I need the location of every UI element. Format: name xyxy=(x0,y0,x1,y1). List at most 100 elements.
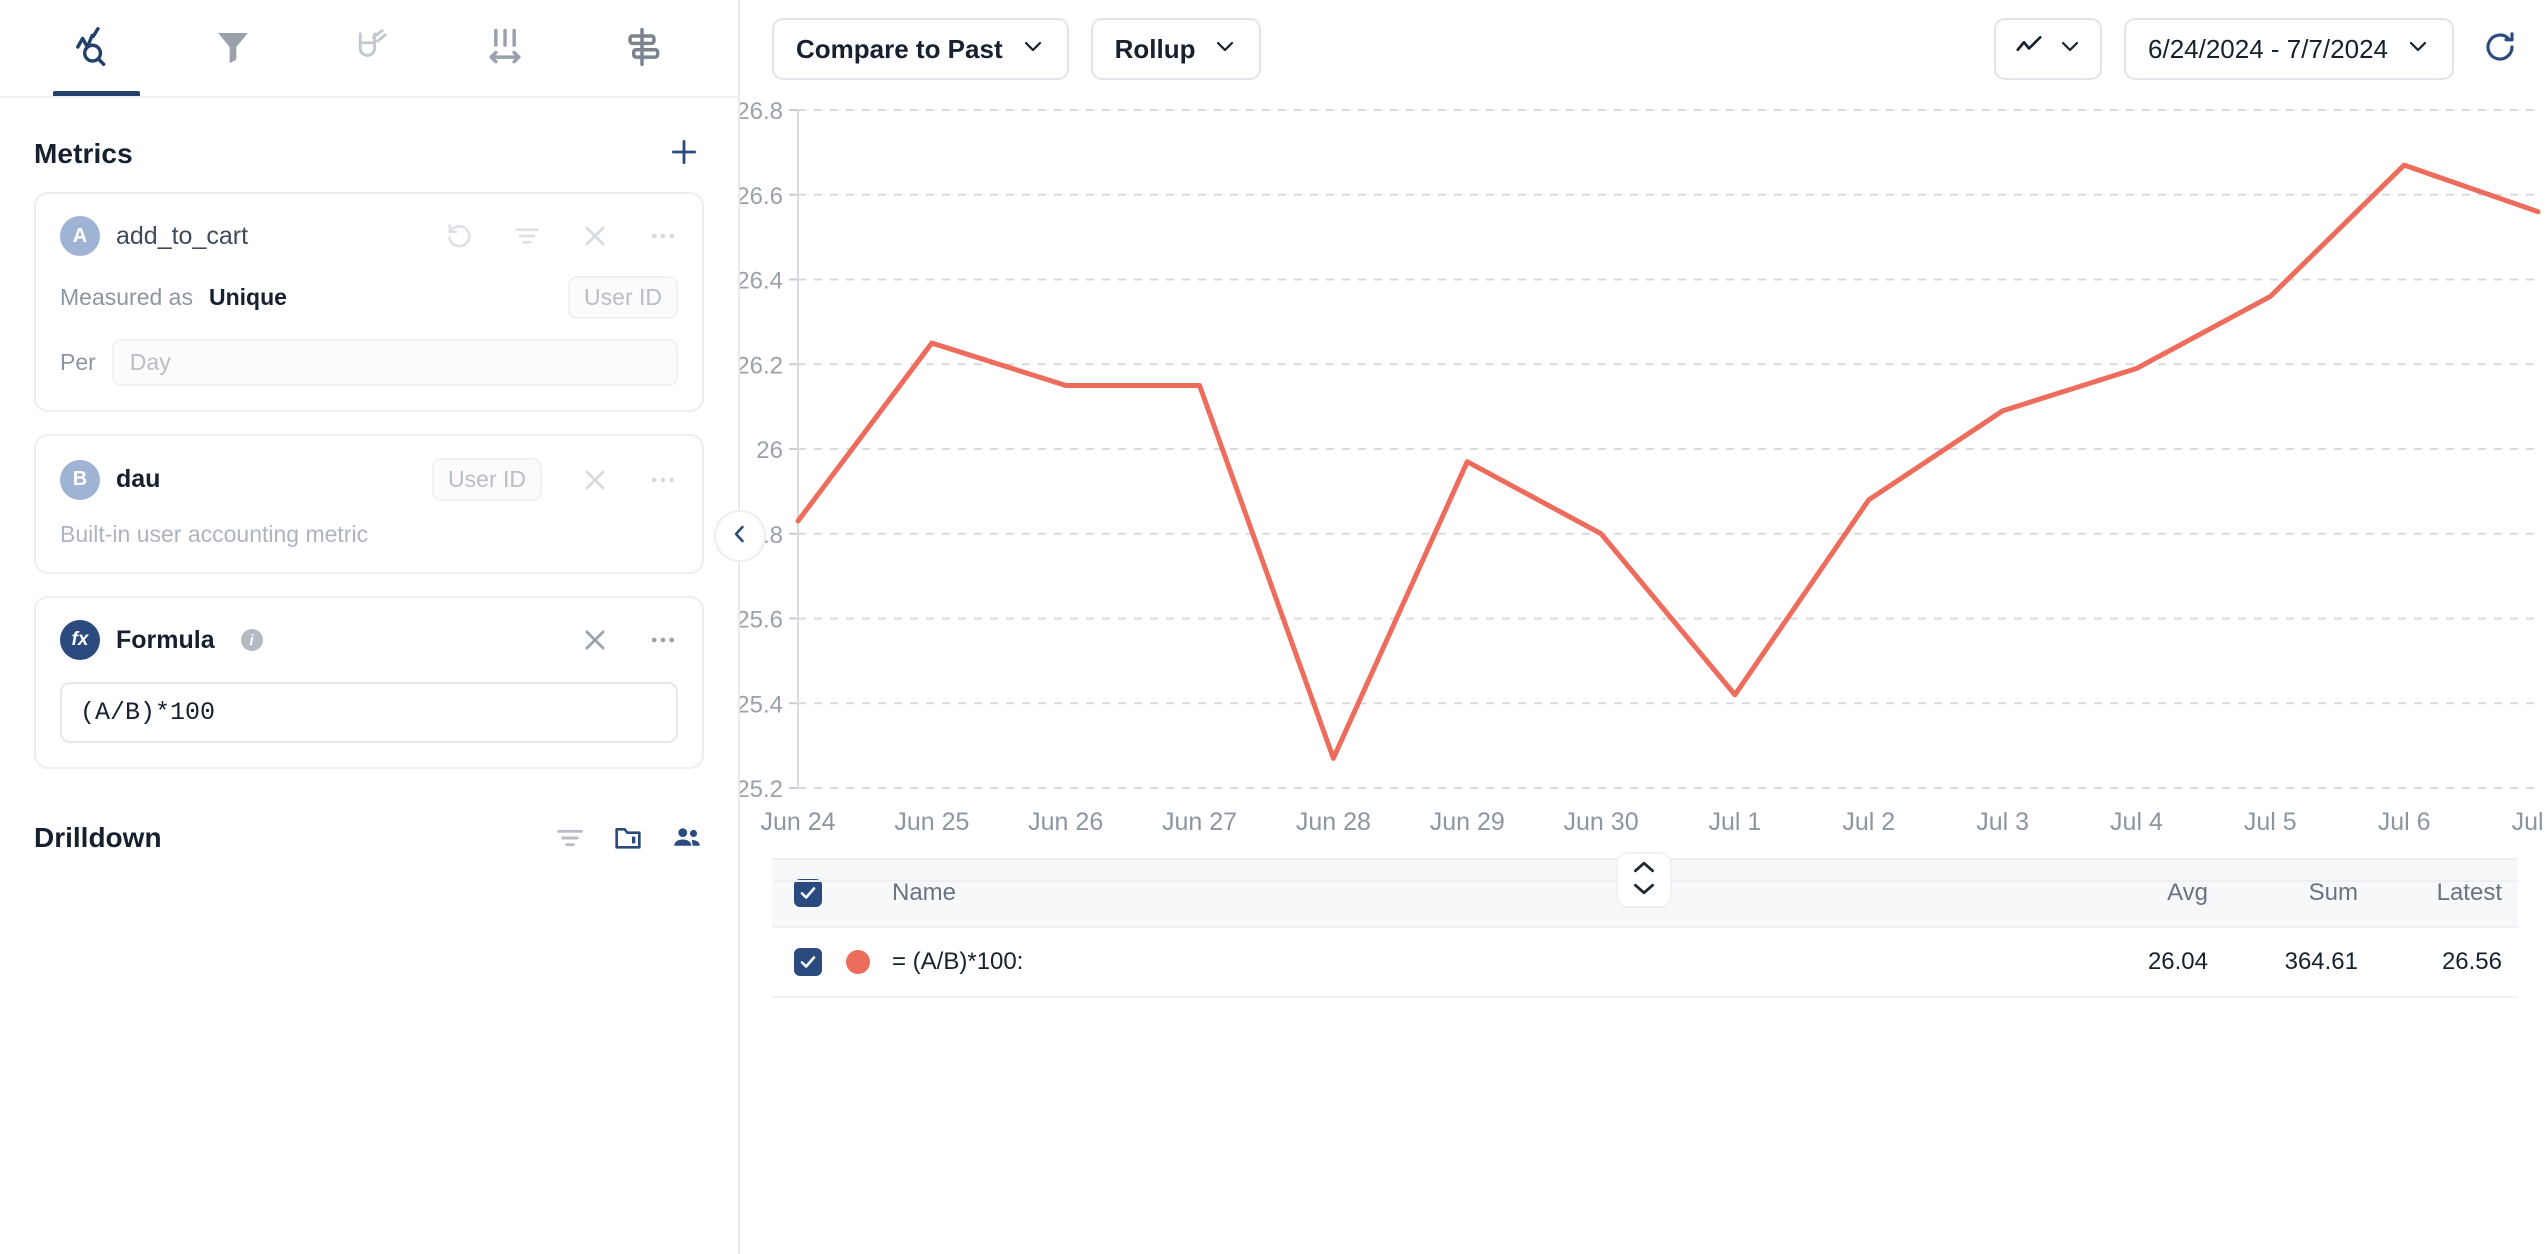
select-all-checkbox[interactable] xyxy=(794,879,822,907)
refresh-icon xyxy=(2482,29,2518,70)
metrics-title: Metrics xyxy=(34,138,133,169)
column-header-name[interactable]: Name xyxy=(892,879,2058,907)
chart-toolbar: Compare to Past Rollup 6/24/2024 - 7/7/2… xyxy=(740,0,2548,98)
x-axis-tick-label: Jun 26 xyxy=(1028,808,1103,836)
column-header-latest[interactable]: Latest xyxy=(2358,879,2518,907)
plus-icon xyxy=(667,135,701,174)
more-options-icon[interactable] xyxy=(648,625,678,655)
chevron-down-icon xyxy=(2406,34,2430,65)
per-label: Per xyxy=(60,349,96,375)
more-options-icon[interactable] xyxy=(648,465,678,495)
formula-input[interactable]: (A/B)*100 xyxy=(60,682,678,743)
y-axis-tick-label: 26.2 xyxy=(740,352,783,379)
tab-funnels[interactable] xyxy=(164,0,300,96)
drilldown-filter-icon[interactable] xyxy=(554,822,586,854)
row-series-name: = (A/B)*100: xyxy=(892,948,1024,975)
drilldown-header: Drilldown xyxy=(0,791,738,855)
refresh-button[interactable] xyxy=(2482,29,2518,70)
x-axis-tick-label: Jul 4 xyxy=(2110,808,2163,836)
analytics-page: Metrics A add_to_cart Measured as Unique… xyxy=(0,0,2548,1254)
chevron-left-icon xyxy=(728,522,752,551)
date-range-button[interactable]: 6/24/2024 - 7/7/2024 xyxy=(2124,18,2454,80)
distribution-icon xyxy=(483,25,527,69)
compare-to-past-label: Compare to Past xyxy=(796,33,1003,64)
chevron-down-icon xyxy=(1631,882,1657,901)
compare-to-past-button[interactable]: Compare to Past xyxy=(772,18,1069,80)
x-axis-tick-label: Jun 28 xyxy=(1296,808,1371,836)
main-panel: Compare to Past Rollup 6/24/2024 - 7/7/2… xyxy=(740,0,2548,1254)
magnet-icon xyxy=(348,26,390,68)
measured-as-value[interactable]: Unique xyxy=(209,284,287,311)
info-icon[interactable]: i xyxy=(240,629,263,651)
chart-resize-handle[interactable] xyxy=(1616,852,1672,908)
y-axis-tick-label: 26.4 xyxy=(740,268,783,295)
x-axis-tick-label: Jul 7 xyxy=(2512,808,2546,836)
row-checkbox[interactable] xyxy=(794,948,822,976)
collapse-sidebar-button[interactable] xyxy=(714,510,766,562)
funnel-icon xyxy=(212,26,254,68)
filter-icon[interactable] xyxy=(512,221,542,251)
y-axis-tick-label: 25.4 xyxy=(740,691,783,718)
x-axis-tick-label: Jun 29 xyxy=(1430,808,1505,836)
rollup-label: Rollup xyxy=(1114,33,1196,64)
chart-search-icon xyxy=(73,24,119,70)
close-icon[interactable] xyxy=(580,625,610,655)
sidebar-tabbar xyxy=(0,0,738,98)
chart-type-button[interactable] xyxy=(1994,18,2103,80)
x-axis-tick-label: Jun 24 xyxy=(760,808,835,836)
x-axis-tick-label: Jun 25 xyxy=(894,808,969,836)
metric-card-dau[interactable]: B dau User ID Built-in user accounting m… xyxy=(34,434,704,574)
row-latest: 26.56 xyxy=(2441,948,2502,975)
column-header-avg[interactable]: Avg xyxy=(2058,879,2208,907)
x-axis-tick-label: Jul 5 xyxy=(2244,808,2297,836)
chart-area[interactable]: 25.225.425.625.82626.226.426.626.8Jun 24… xyxy=(740,98,2548,858)
drilldown-users-icon[interactable] xyxy=(670,821,704,855)
per-input[interactable]: Day xyxy=(111,339,678,386)
tab-metrics[interactable] xyxy=(28,0,164,96)
tab-retention[interactable] xyxy=(301,0,437,96)
x-axis-tick-label: Jun 30 xyxy=(1564,808,1639,836)
sidebar: Metrics A add_to_cart Measured as Unique… xyxy=(0,0,766,1254)
user-id-pill[interactable]: User ID xyxy=(432,458,542,501)
formula-badge: fx xyxy=(60,620,100,660)
formula-card[interactable]: fx Formula i (A/B)*100 xyxy=(34,596,704,769)
column-header-sum[interactable]: Sum xyxy=(2208,879,2358,907)
chevron-down-icon xyxy=(1021,34,1045,65)
metric-card-add-to-cart[interactable]: A add_to_cart Measured as Unique User ID… xyxy=(34,192,704,412)
close-icon[interactable] xyxy=(580,465,610,495)
chevron-down-icon xyxy=(1213,34,1237,65)
metrics-header: Metrics xyxy=(0,98,738,192)
close-icon[interactable] xyxy=(580,221,610,251)
user-id-pill[interactable]: User ID xyxy=(568,276,678,319)
measured-as-label: Measured as xyxy=(60,284,193,310)
line-chart-icon xyxy=(2014,31,2044,68)
table-row[interactable]: = (A/B)*100: 26.04 364.61 26.56 xyxy=(772,928,2518,998)
tab-distribution[interactable] xyxy=(437,0,573,96)
series-line[interactable] xyxy=(795,162,2541,761)
y-axis-tick-label: 25.2 xyxy=(740,776,783,803)
metric-badge: A xyxy=(60,216,100,256)
x-axis-tick-label: Jul 6 xyxy=(2378,808,2431,836)
series-color-swatch xyxy=(846,950,870,974)
row-avg: 26.04 xyxy=(2147,948,2208,975)
x-axis-tick-label: Jul 3 xyxy=(1976,808,2029,836)
segments-icon xyxy=(620,25,664,69)
drilldown-folder-icon[interactable] xyxy=(612,822,644,854)
rollup-button[interactable]: Rollup xyxy=(1090,18,1262,80)
x-axis-tick-label: Jul 1 xyxy=(1709,808,1762,836)
line-chart[interactable]: 25.225.425.625.82626.226.426.626.8Jun 24… xyxy=(740,98,2546,858)
tab-segments[interactable] xyxy=(574,0,710,96)
metric-name: add_to_cart xyxy=(116,221,249,250)
chevron-up-icon xyxy=(1631,860,1657,879)
y-axis-tick-label: 26 xyxy=(756,437,783,464)
x-axis-tick-label: Jul 2 xyxy=(1842,808,1895,836)
more-options-icon[interactable] xyxy=(648,221,678,251)
row-sum: 364.61 xyxy=(2284,948,2358,975)
drilldown-title: Drilldown xyxy=(34,822,162,853)
y-axis-tick-label: 26.8 xyxy=(740,98,783,125)
metric-name: dau xyxy=(116,465,161,493)
date-range-label: 6/24/2024 - 7/7/2024 xyxy=(2148,33,2388,64)
add-metric-button[interactable] xyxy=(664,134,704,174)
reset-icon[interactable] xyxy=(444,221,474,251)
metric-badge: B xyxy=(60,459,100,500)
